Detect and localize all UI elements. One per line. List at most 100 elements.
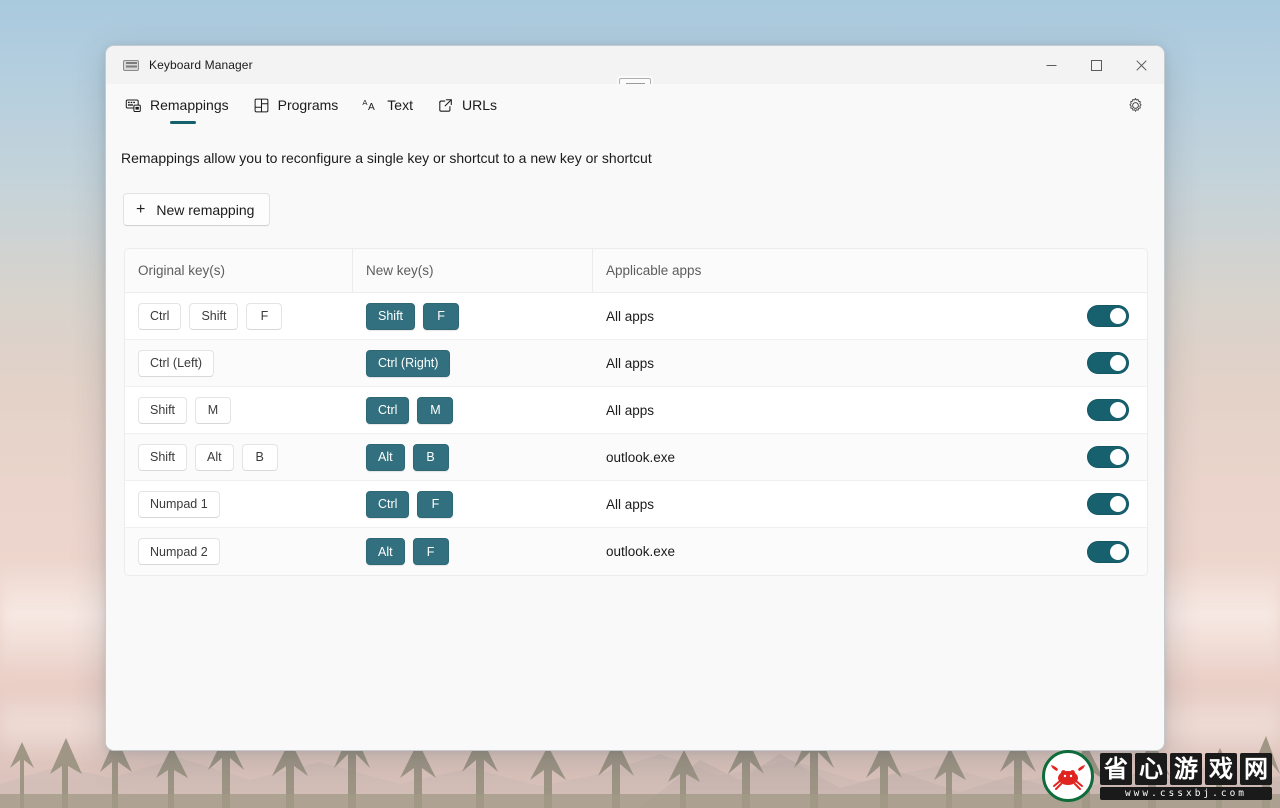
table-body: Ctrl Shift F Shift F All apps Ctrl (Left) Ctrl … xyxy=(125,293,1147,575)
cell-new-keys: Ctrl M xyxy=(353,387,593,434)
key-chip-new: Ctrl xyxy=(366,396,410,424)
cell-enabled-toggle xyxy=(993,293,1147,340)
tab-label: URLs xyxy=(461,97,497,113)
original-key-group: Numpad 1 xyxy=(138,490,220,518)
cell-new-keys: Shift F xyxy=(353,293,593,340)
watermark-character: 网 xyxy=(1240,752,1272,785)
desktop-wallpaper: Keyboard Manager Remappings Programs A A… xyxy=(0,0,1280,808)
key-chip-original: Numpad 1 xyxy=(138,490,220,518)
tab-programs[interactable]: Programs xyxy=(241,84,351,126)
column-header-original-keys: Original key(s) xyxy=(125,249,353,293)
key-chip-original: B xyxy=(241,443,278,471)
settings-button[interactable] xyxy=(1121,91,1149,119)
toggle-thumb xyxy=(1110,449,1126,465)
cell-enabled-toggle xyxy=(993,528,1147,575)
minimize-button[interactable] xyxy=(1029,46,1074,84)
key-chip-new: Ctrl (Right) xyxy=(366,349,451,377)
cell-original-keys: Numpad 2 xyxy=(125,528,353,575)
cell-new-keys: Alt B xyxy=(353,434,593,481)
table-row: Numpad 1 Ctrl F All apps xyxy=(125,481,1147,528)
enable-toggle[interactable] xyxy=(1087,399,1129,421)
table-row: Shift Alt B Alt Boutlook.exe xyxy=(125,434,1147,481)
cell-applicable-apps: All apps xyxy=(606,402,655,418)
new-key-group: Ctrl (Right) xyxy=(366,349,451,377)
gear-icon xyxy=(1128,97,1142,112)
new-key-group: Alt B xyxy=(366,443,449,471)
main-tabstrip: Remappings Programs A A Text URLs xyxy=(106,84,1164,126)
enable-toggle[interactable] xyxy=(1087,493,1129,515)
table-header-row: Original key(s) New key(s) Applicable ap… xyxy=(125,249,1147,293)
key-chip-original: F xyxy=(246,302,283,330)
column-header-enabled xyxy=(993,249,1147,293)
tab-active-underline xyxy=(169,121,196,124)
window-titlebar[interactable]: Keyboard Manager xyxy=(106,46,1164,92)
cell-enabled-toggle xyxy=(993,340,1147,387)
close-button[interactable] xyxy=(1119,46,1164,84)
key-chip-original: M xyxy=(195,396,232,424)
watermark-character: 戏 xyxy=(1205,752,1237,785)
main-content: Remappings allow you to reconfigure a si… xyxy=(106,126,1164,750)
watermark-text-group: 省心游戏网 www.cssxbj.com xyxy=(1100,752,1272,800)
font-size-icon: A A xyxy=(363,97,376,112)
cell-applicable-apps: All apps xyxy=(606,308,655,324)
enable-toggle[interactable] xyxy=(1087,352,1129,374)
new-key-group: Alt F xyxy=(366,538,449,565)
cell-applicable-apps: All apps xyxy=(606,496,655,512)
open-link-icon xyxy=(439,98,452,112)
toggle-thumb xyxy=(1110,355,1126,371)
key-chip-new: B xyxy=(412,443,449,471)
keyboard-manager-window: Keyboard Manager Remappings Programs A A… xyxy=(105,45,1165,751)
tab-urls[interactable]: URLs xyxy=(425,84,509,126)
original-key-group: Ctrl (Left) xyxy=(138,349,215,377)
toggle-thumb xyxy=(1110,402,1126,418)
toggle-thumb xyxy=(1110,543,1126,560)
plus-icon: + xyxy=(136,200,146,218)
enable-toggle[interactable] xyxy=(1087,305,1129,327)
keyboard-remap-icon xyxy=(125,98,141,112)
crab-glyph xyxy=(1051,765,1085,790)
tab-label: Programs xyxy=(277,97,339,113)
key-chip-new: Alt xyxy=(366,538,405,565)
watermark-character: 游 xyxy=(1170,752,1202,785)
titlebar-left-group: Keyboard Manager xyxy=(106,58,253,72)
enable-toggle[interactable] xyxy=(1087,446,1129,468)
table-row: Numpad 2 Alt Foutlook.exe xyxy=(125,528,1147,575)
new-key-group: Ctrl M xyxy=(366,396,454,424)
original-key-group: Shift Alt B xyxy=(138,443,278,471)
key-chip-original: Shift xyxy=(189,302,239,330)
minimize-icon xyxy=(1046,64,1057,66)
remappings-table: Original key(s) New key(s) Applicable ap… xyxy=(124,248,1148,576)
keyboard-icon xyxy=(123,59,139,71)
toggle-thumb xyxy=(1110,308,1126,324)
original-key-group: Shift M xyxy=(138,396,232,424)
key-chip-original: Alt xyxy=(195,443,234,471)
key-chip-new: Alt xyxy=(366,443,405,471)
window-title: Keyboard Manager xyxy=(149,58,253,72)
key-chip-new: F xyxy=(417,490,454,518)
key-chip-new: F xyxy=(412,538,449,565)
tab-remappings[interactable]: Remappings xyxy=(125,84,241,126)
key-chip-original: Shift xyxy=(138,443,188,471)
cell-enabled-toggle xyxy=(993,387,1147,434)
cell-original-keys: Ctrl (Left) xyxy=(125,340,353,387)
maximize-button[interactable] xyxy=(1074,46,1119,84)
crab-icon xyxy=(1042,750,1094,802)
original-key-group: Numpad 2 xyxy=(138,538,220,565)
enable-toggle[interactable] xyxy=(1087,540,1129,563)
cell-original-keys: Shift M xyxy=(125,387,353,434)
tab-label: Remappings xyxy=(150,97,229,113)
key-chip-original: Ctrl (Left) xyxy=(138,349,215,377)
tab-text[interactable]: A A Text xyxy=(350,84,425,126)
tab-label: Text xyxy=(387,97,413,113)
cell-original-keys: Ctrl Shift F xyxy=(125,293,353,340)
column-header-new-keys: New key(s) xyxy=(353,249,593,293)
watermark-character: 省 xyxy=(1100,752,1132,785)
table-row: Ctrl Shift F Shift F All apps xyxy=(125,293,1147,340)
watermark-characters: 省心游戏网 xyxy=(1100,752,1272,785)
new-key-group: Ctrl F xyxy=(366,490,454,518)
cell-new-keys: Ctrl (Right) xyxy=(353,340,593,387)
site-watermark: 省心游戏网 www.cssxbj.com xyxy=(1042,750,1272,802)
new-remapping-button[interactable]: + New remapping xyxy=(123,193,271,226)
cell-original-keys: Numpad 1 xyxy=(125,481,353,528)
table-row: Ctrl (Left) Ctrl (Right) All apps xyxy=(125,340,1147,387)
